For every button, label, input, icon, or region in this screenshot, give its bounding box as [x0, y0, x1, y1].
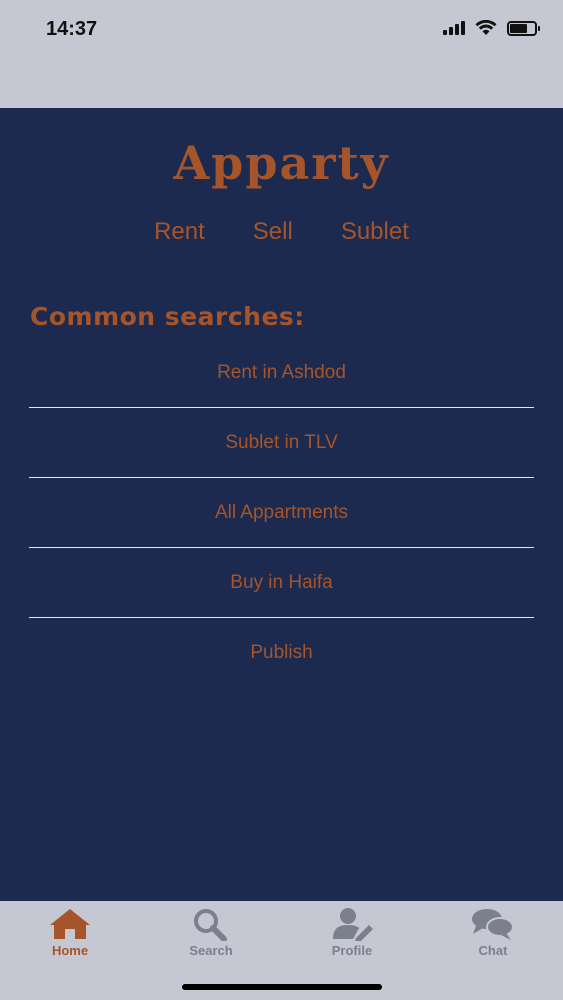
- profile-edit-icon: [329, 907, 375, 941]
- status-bar: 14:37: [0, 0, 563, 108]
- search-item-all-apartments[interactable]: All Appartments: [29, 478, 534, 548]
- tab-search[interactable]: Search: [141, 901, 281, 971]
- status-icons: [443, 20, 540, 36]
- tab-sell[interactable]: Sell: [253, 218, 293, 246]
- wifi-icon: [475, 20, 497, 35]
- home-indicator[interactable]: [182, 984, 382, 990]
- tab-chat-label: Chat: [478, 943, 508, 958]
- tab-sublet[interactable]: Sublet: [341, 218, 409, 246]
- app-title: Apparty: [173, 136, 390, 190]
- tab-rent[interactable]: Rent: [154, 218, 205, 246]
- tab-profile-label: Profile: [331, 943, 373, 958]
- tab-home[interactable]: Home: [0, 901, 140, 971]
- tab-profile[interactable]: Profile: [282, 901, 422, 971]
- tab-home-label: Home: [51, 943, 89, 958]
- status-time: 14:37: [46, 18, 98, 40]
- search-item-publish[interactable]: Publish: [29, 618, 534, 688]
- search-item-buy-haifa[interactable]: Buy in Haifa: [29, 548, 534, 618]
- chat-icon: [470, 907, 516, 941]
- listing-type-tabs: Rent Sell Sublet: [0, 218, 563, 246]
- battery-icon: [507, 20, 540, 36]
- tab-chat[interactable]: Chat: [423, 901, 563, 971]
- search-item-rent-ashdod[interactable]: Rent in Ashdod: [29, 338, 534, 408]
- search-icon: [190, 907, 232, 941]
- cellular-signal-icon: [443, 21, 465, 35]
- home-icon: [48, 907, 92, 941]
- tab-search-label: Search: [189, 943, 233, 958]
- search-item-sublet-tlv[interactable]: Sublet in TLV: [29, 408, 534, 478]
- common-searches-list: Rent in Ashdod Sublet in TLV All Appartm…: [29, 338, 534, 688]
- common-searches-title: Common searches:: [30, 302, 305, 331]
